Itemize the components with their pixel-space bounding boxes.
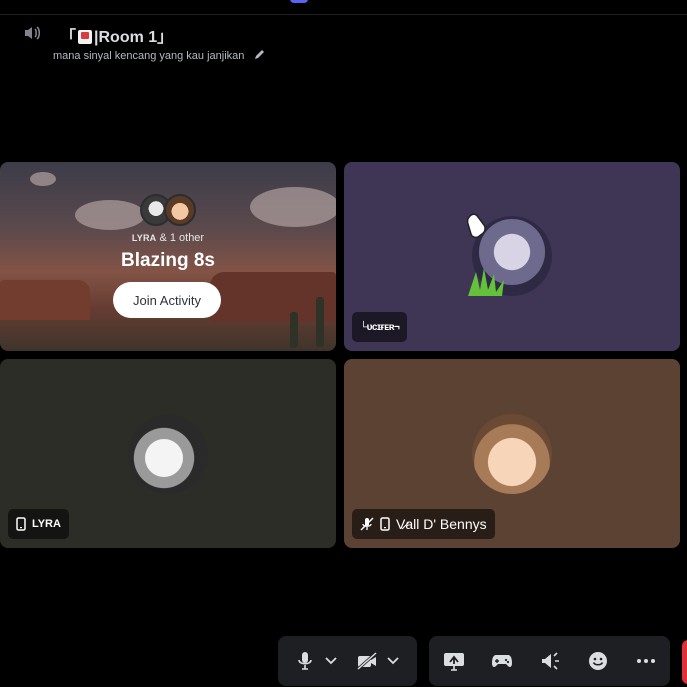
- participant-nametag: V̷all D' Bennys: [352, 509, 495, 539]
- mobile-icon: [16, 517, 26, 531]
- activity-participants-text: LYRA & 1 other: [0, 232, 336, 244]
- microphone-button[interactable]: [288, 644, 322, 678]
- chevron-down-icon: [387, 657, 399, 665]
- more-button[interactable]: [629, 644, 663, 678]
- speaker-icon[interactable]: [22, 23, 42, 43]
- activity-button[interactable]: [485, 644, 519, 678]
- participant-suffix: & 1 other: [156, 232, 205, 244]
- camera-options-button[interactable]: [384, 644, 402, 678]
- top-cut-pill: [290, 0, 308, 4]
- participant-name: V̷all D' Bennys: [396, 516, 487, 532]
- participant-tile[interactable]: └ᴜᴄɪғᴇʀ¬: [344, 162, 680, 351]
- channel-status: mana sinyal kencang yang kau janjikan: [53, 49, 265, 62]
- participant-tile[interactable]: V̷all D' Bennys: [344, 359, 680, 548]
- audio-video-controls: [278, 636, 417, 686]
- avatar: [164, 194, 196, 226]
- participant-name: └ᴜᴄɪғᴇʀ¬: [360, 321, 400, 333]
- camera-button[interactable]: [350, 644, 384, 678]
- channel-status-text: mana sinyal kencang yang kau janjikan: [53, 50, 245, 62]
- screen-share-button[interactable]: [437, 644, 471, 678]
- hand-icon: [466, 213, 486, 239]
- mobile-icon: [380, 517, 390, 531]
- emoji-icon: [589, 652, 607, 670]
- join-activity-button[interactable]: Join Activity: [113, 282, 221, 318]
- screen-share-icon: [444, 653, 464, 671]
- mic-options-button[interactable]: [322, 644, 340, 678]
- mute-icon: [360, 517, 374, 531]
- avatar: [128, 414, 208, 494]
- room-title-prefix: 「: [60, 29, 77, 46]
- activity-tile[interactable]: LYRA & 1 other Blazing 8s Join Activity: [0, 162, 336, 351]
- emoji-button[interactable]: [581, 644, 615, 678]
- soundboard-button[interactable]: [533, 644, 567, 678]
- activity-invite: LYRA & 1 other Blazing 8s Join Activity: [0, 162, 336, 351]
- top-cut-label: [290, 0, 420, 4]
- pencil-icon[interactable]: [253, 49, 265, 61]
- disconnect-button[interactable]: [682, 640, 687, 684]
- room-title: 「 |Room 1」: [60, 23, 173, 47]
- camera-off-icon: [357, 652, 377, 670]
- microphone-icon: [298, 652, 312, 670]
- chevron-down-icon: [325, 657, 337, 665]
- activity-title: Blazing 8s: [121, 250, 215, 271]
- participant-name: LYRA: [32, 518, 61, 530]
- activity-controls: [429, 636, 670, 686]
- activity-participants: [140, 194, 200, 226]
- avatar: [472, 414, 552, 494]
- more-icon: [637, 659, 655, 663]
- participant-nametag: LYRA: [8, 509, 69, 539]
- gamepad-icon: [492, 655, 512, 667]
- room-title-name: |Room 1」: [94, 29, 174, 46]
- room-flag-icon: [78, 30, 93, 44]
- grass-icon: [468, 268, 504, 296]
- soundboard-icon: [542, 652, 559, 670]
- participant-tile[interactable]: LYRA: [0, 359, 336, 548]
- participant-name: LYRA: [131, 233, 157, 243]
- participant-nametag: └ᴜᴄɪғᴇʀ¬: [352, 312, 408, 342]
- top-divider: [0, 14, 687, 15]
